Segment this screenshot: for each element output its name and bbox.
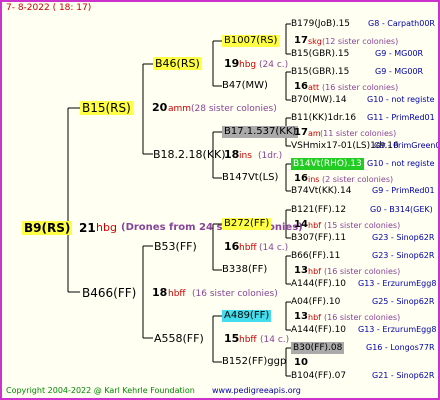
- gen2-number-3: 16: [224, 240, 240, 253]
- gen3-number-8: 10: [294, 357, 308, 368]
- gen3-note-5: (15 sister colonies): [324, 221, 401, 230]
- gen3-queen-8[interactable]: B152(FF)ggp: [222, 356, 286, 368]
- gen3-note-7: (16 sister colonies): [324, 313, 401, 322]
- gen3-note-1: (12 sister colonies): [322, 37, 399, 46]
- gen1-bottom-number: 18: [152, 286, 168, 299]
- gen1-top-note: (28 sister colonies): [191, 104, 277, 114]
- gen4-queen-14[interactable]: A144(FF).10: [291, 324, 346, 336]
- gen4-info-11: G23 - Sinop62R: [372, 251, 435, 260]
- gen4-queen-1[interactable]: B179(JoB).15: [291, 18, 350, 30]
- gen1-top-queen[interactable]: B15(RS): [80, 101, 133, 115]
- gen4-info-7: G10 - not registe: [367, 159, 435, 168]
- gen2-breeder-3: hbff: [239, 243, 257, 253]
- gen4-queen-7[interactable]: B14Vt(RHO).13: [291, 158, 364, 170]
- gen4-info-5: G11 - PrimRed01: [367, 113, 435, 122]
- gen3-note-6: (16 sister colonies): [324, 267, 401, 276]
- root-number: 21: [79, 221, 96, 235]
- gen4-info-15: G16 - Longos77R: [366, 343, 435, 352]
- gen3-queen-4[interactable]: B147Vt(LS): [222, 172, 278, 184]
- gen3-breeder-7: hbf: [308, 313, 321, 322]
- gen2-note-4: (14 c.): [260, 335, 290, 345]
- pedigree-chart: 7- 8-2022 ( 18: 17) B9(RS) 21 hbg (Drone…: [0, 0, 440, 400]
- pedigree-connector-lines: [67, 23, 291, 377]
- gen4-info-13: G25 - Sinop62R: [372, 297, 435, 306]
- gen4-info-1: G8 - Carpath00R: [368, 19, 435, 28]
- gen4-queen-13[interactable]: A04(FF).10: [291, 296, 340, 308]
- gen4-queen-5[interactable]: B11(KK)1dr.16: [291, 112, 356, 124]
- gen3-queen-7[interactable]: A489(FF): [222, 310, 272, 322]
- gen1-bottom-queen[interactable]: B466(FF): [82, 286, 136, 300]
- gen1-top-breeder: amm: [168, 104, 192, 114]
- gen3-queen-3[interactable]: B17.1.537(KK): [222, 126, 299, 138]
- gen4-queen-12[interactable]: A144(FF).10: [291, 278, 346, 290]
- gen4-info-16: G21 - Sinop62R: [372, 371, 435, 380]
- gen3-breeder-1: skg: [308, 37, 322, 46]
- gen3-queen-2[interactable]: B47(MW): [222, 80, 268, 92]
- gen3-queen-1[interactable]: B1007(RS): [222, 35, 280, 47]
- gen4-queen-11[interactable]: B66(FF).11: [291, 250, 340, 262]
- gen2-breeder-4: hbff: [239, 335, 257, 345]
- gen4-queen-4[interactable]: B70(MW).14: [291, 94, 347, 106]
- copyright-text: Copyright 2004-2022 @ Karl Kehrle Founda…: [6, 386, 195, 395]
- gen3-number-3: 17: [294, 127, 308, 138]
- gen2-note-3: (14 c.): [259, 243, 289, 253]
- gen4-info-8: G9 - PrimRed01: [372, 186, 435, 195]
- gen3-number-7: 13: [294, 311, 308, 322]
- gen3-breeder-2: att: [308, 83, 320, 92]
- gen1-bottom-breeder: hbff: [168, 289, 186, 299]
- gen4-queen-9[interactable]: B121(FF).12: [291, 204, 346, 216]
- gen2-note-2: (1dr.): [258, 151, 283, 161]
- root-drone-note: (Drones from 24 sister colonies): [121, 222, 303, 233]
- gen2-number-2: 18: [224, 148, 240, 161]
- gen3-note-2: (16 sister colonies): [322, 83, 399, 92]
- gen4-queen-15[interactable]: B30(FF).08: [291, 342, 345, 354]
- gen4-info-3: G9 - MG00R: [375, 67, 424, 76]
- gen4-info-4: G10 - not registe: [367, 95, 435, 104]
- gen2-queen-3[interactable]: B53(FF): [154, 240, 197, 253]
- gen4-queen-16[interactable]: B104(FF).07: [291, 370, 346, 382]
- gen4-info-6: G9 - PrimGreen00: [374, 141, 440, 150]
- gen3-queen-6[interactable]: B338(FF): [222, 264, 267, 276]
- gen4-info-12: G13 - ErzurumEgg8: [358, 279, 437, 288]
- gen4-queen-3[interactable]: B15(GBR).15: [291, 66, 349, 78]
- root-breeder: hbg: [96, 221, 117, 234]
- gen3-number-6: 13: [294, 265, 308, 276]
- gen2-number-1: 19: [224, 57, 240, 70]
- gen1-top-number: 20: [152, 101, 168, 114]
- gen4-queen-10[interactable]: B307(FF).11: [291, 232, 346, 244]
- gen2-note-1: (24 c.): [259, 60, 289, 70]
- gen3-number-2: 16: [294, 81, 308, 92]
- date-stamp: 7- 8-2022 ( 18: 17): [6, 3, 92, 13]
- gen2-breeder-2: ins: [239, 151, 252, 161]
- gen3-note-3: (11 sister colonies): [320, 129, 397, 138]
- gen2-queen-1[interactable]: B46(RS): [153, 57, 202, 70]
- gen2-number-4: 15: [224, 332, 240, 345]
- gen3-breeder-5: hbf: [308, 221, 321, 230]
- gen4-queen-8[interactable]: B74Vt(KK).14: [291, 185, 351, 197]
- gen4-info-2: G9 - MG00R: [375, 49, 424, 58]
- gen2-breeder-1: hbg: [239, 60, 257, 70]
- gen4-info-10: G23 - Sinop62R: [372, 233, 435, 242]
- gen4-queen-2[interactable]: B15(GBR).15: [291, 48, 349, 60]
- gen2-queen-2[interactable]: B18.2.18(KK): [153, 148, 226, 161]
- gen3-queen-5[interactable]: B272(FF): [222, 218, 272, 230]
- gen3-number-1: 17: [294, 35, 308, 46]
- root-queen[interactable]: B9(RS): [22, 221, 73, 235]
- gen4-info-14: G13 - ErzurumEgg8: [358, 325, 437, 334]
- gen2-queen-4[interactable]: A558(FF): [154, 332, 204, 345]
- gen3-number-4: 16: [294, 173, 308, 184]
- gen3-breeder-6: hbf: [308, 267, 321, 276]
- gen3-number-5: 14: [294, 219, 308, 230]
- gen4-info-9: G0 - B314(GEK): [370, 205, 433, 214]
- website-link[interactable]: www.pedigreeapis.org: [212, 385, 301, 397]
- gen3-breeder-3: am: [308, 129, 321, 138]
- gen1-bottom-note: (16 sister colonies): [192, 289, 278, 299]
